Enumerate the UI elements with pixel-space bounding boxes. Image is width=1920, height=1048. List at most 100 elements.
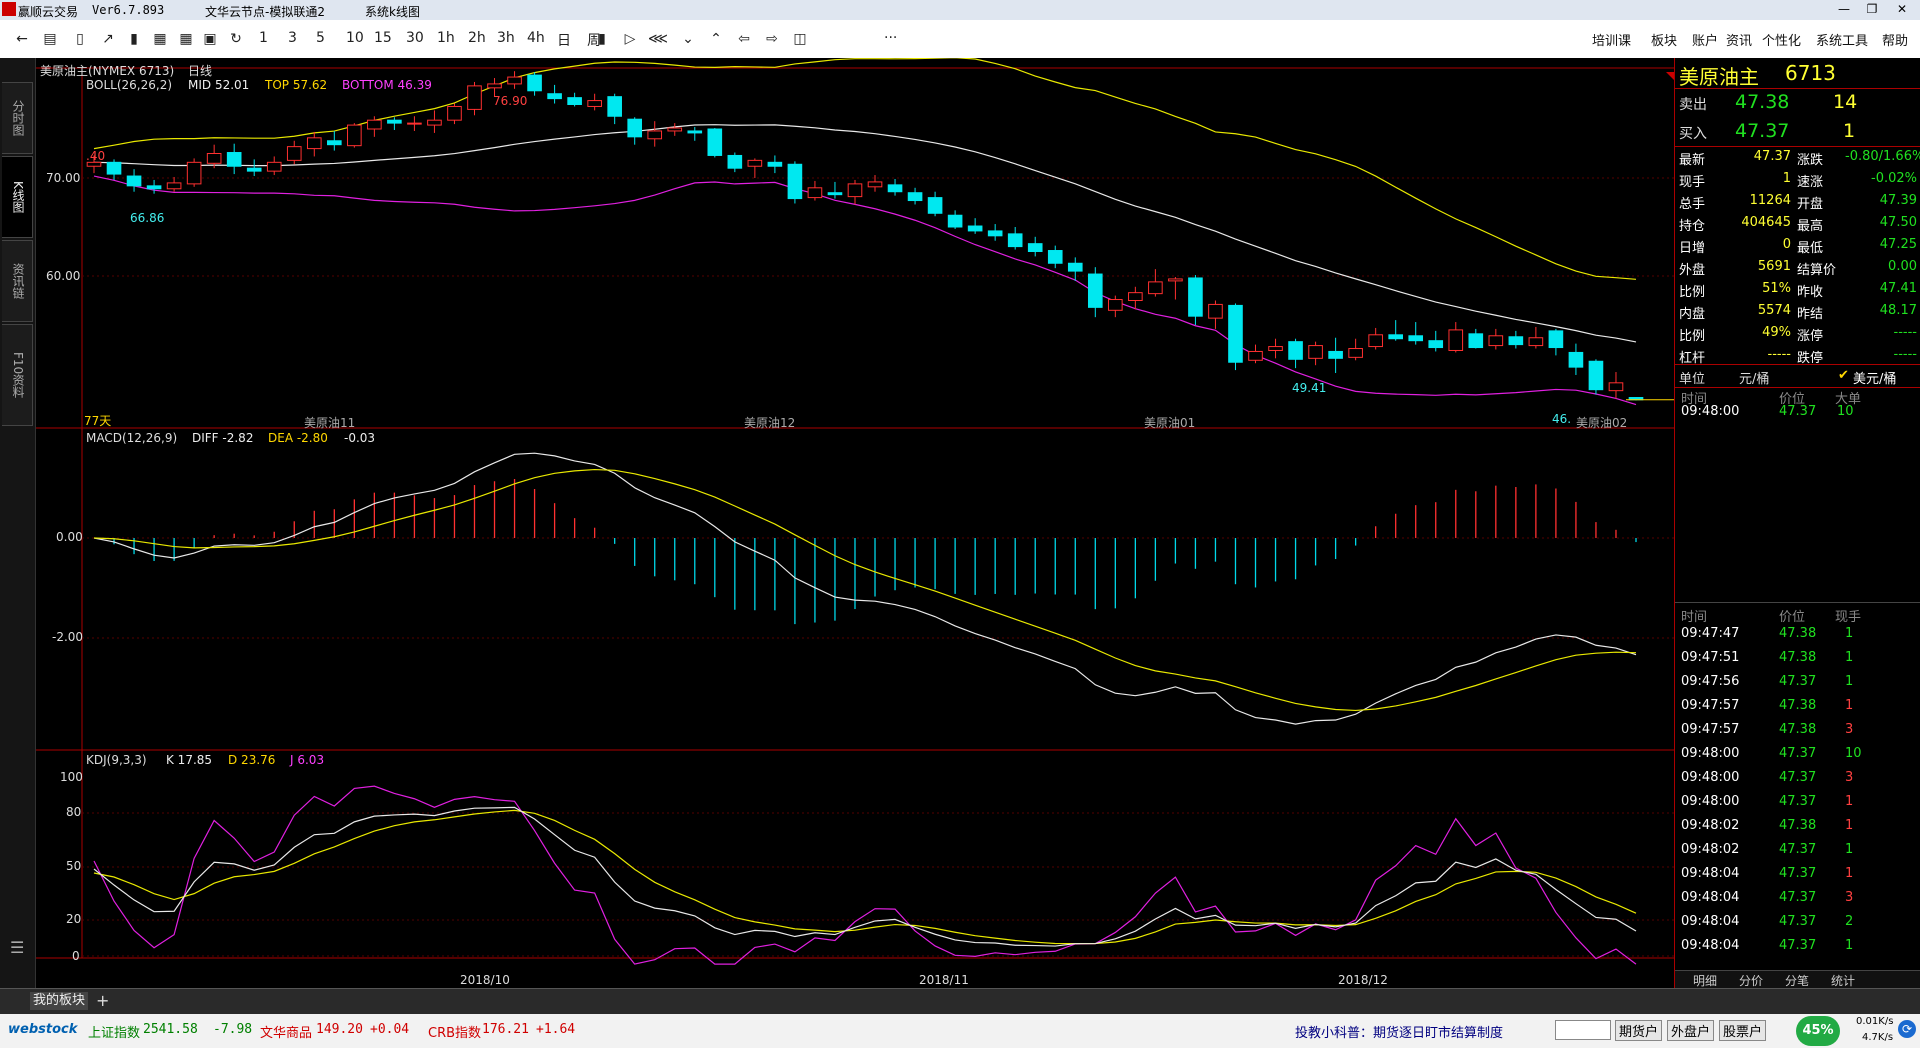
trend-icon[interactable]: ↗	[98, 29, 118, 49]
menu-4[interactable]: 个性化	[1762, 30, 1801, 49]
unit-value[interactable]: 元/桶	[1739, 368, 1769, 387]
stock-account-button[interactable]: 股票户	[1719, 1020, 1767, 1041]
candle-body	[647, 130, 663, 140]
expand-icon[interactable]: ⌃	[706, 29, 726, 49]
unit-label: 单位	[1679, 372, 1706, 387]
detail-tab-2[interactable]: 分笔	[1785, 972, 1809, 989]
more-button[interactable]: ···	[884, 30, 897, 46]
unit-check-icon: ✔	[1838, 368, 1849, 383]
tick-header-time: 时间	[1681, 610, 1708, 625]
quote-row: 内盘 5574 昨结 48.17	[1675, 300, 1920, 322]
my-sector-tab[interactable]: 我的板块	[30, 992, 88, 1010]
menu-1[interactable]: 板块	[1651, 30, 1677, 49]
quote-field: 47.37	[1753, 149, 1791, 164]
close-button[interactable]: ✕	[1892, 2, 1912, 18]
contract-name[interactable]: 美原油主(NYMEX 6713)	[40, 62, 174, 79]
quote-field: 结算价	[1797, 263, 1837, 278]
fold-icon[interactable]: ⌄	[678, 29, 698, 49]
order-book: 卖出 47.38 14 买入 47.37 1	[1675, 88, 1920, 147]
window-mode: 系统k线图	[365, 5, 420, 19]
restore-button[interactable]: ❐	[1862, 2, 1882, 18]
menu-3[interactable]: 资讯	[1726, 30, 1752, 49]
draw-line-icon[interactable]: ▮	[592, 29, 612, 49]
menu-2[interactable]: 账户	[1692, 30, 1718, 49]
detail-tab-1[interactable]: 分价	[1739, 972, 1763, 989]
candle-body	[1408, 335, 1424, 342]
zoom-in-icon[interactable]: ▷	[620, 29, 640, 49]
index3-name[interactable]: CRB指数	[428, 1022, 481, 1041]
candle-icon[interactable]: ▮	[124, 29, 144, 49]
boll-top: TOP 57.62	[265, 78, 328, 92]
period-1[interactable]: 3	[288, 30, 297, 46]
period-2[interactable]: 5	[316, 30, 325, 46]
kdj-label[interactable]: KDJ(9,3,3)	[86, 753, 147, 767]
kline-icon[interactable]: ▯	[70, 29, 90, 49]
index3-value: 176.21	[482, 1022, 529, 1037]
period-7[interactable]: 2h	[468, 30, 486, 46]
buy-price[interactable]: 47.37	[1735, 120, 1789, 142]
tick-cell: 47.37	[1779, 842, 1817, 857]
kline-chart-area[interactable]: 美原油主(NYMEX 6713) 日线 BOLL(26,26,2) MID 52…	[36, 58, 1674, 988]
candle-body	[1488, 335, 1504, 347]
futures-account-button[interactable]: 期货户	[1615, 1020, 1663, 1041]
candle-body	[907, 192, 923, 202]
tab-news-chain[interactable]: 资讯链	[2, 240, 33, 322]
menu-5[interactable]: 系统工具	[1816, 30, 1868, 49]
candle-body	[467, 85, 482, 110]
add-tab-button[interactable]: +	[96, 991, 109, 1010]
refresh-icon[interactable]: ⟳	[1898, 1020, 1916, 1038]
period-4[interactable]: 15	[374, 30, 392, 46]
save-icon[interactable]: ▣	[200, 29, 220, 49]
quote-field: 持仓	[1679, 219, 1706, 234]
candle-body	[1128, 292, 1143, 302]
macd-value: -0.03	[344, 431, 376, 445]
boll-label[interactable]: BOLL(26,26,2)	[86, 78, 172, 92]
tick-cell: 09:47:51	[1681, 650, 1740, 665]
foreign-account-button[interactable]: 外盘户	[1667, 1020, 1715, 1041]
refresh-icon[interactable]: ↻	[226, 29, 246, 49]
detail-tab-3[interactable]: 统计	[1831, 972, 1855, 989]
period-3[interactable]: 10	[346, 30, 364, 46]
unit-alt[interactable]: 美元/桶	[1853, 368, 1896, 387]
quote-row: 比例 51% 昨收 47.41	[1675, 278, 1920, 300]
period-9[interactable]: 4h	[527, 30, 545, 46]
tip-text[interactable]: 投教小科普：期货逐日盯市结算制度	[1295, 1022, 1503, 1041]
menu-6[interactable]: 帮助	[1882, 30, 1908, 49]
menu-list-icon[interactable]: ☰	[10, 938, 24, 957]
tab-f10[interactable]: F10资料	[2, 324, 33, 426]
period-0[interactable]: 1	[259, 30, 268, 46]
candle-body	[1108, 299, 1123, 311]
period-8[interactable]: 3h	[497, 30, 515, 46]
candle-body	[787, 163, 803, 200]
tab-kline[interactable]: K线图	[2, 156, 33, 238]
back-icon[interactable]: ←	[12, 29, 32, 49]
next-icon[interactable]: ⇨	[762, 29, 782, 49]
minimize-button[interactable]: —	[1834, 2, 1854, 18]
candle-body	[987, 230, 1003, 237]
candle-body	[667, 127, 683, 132]
menu-0[interactable]: 培训课	[1592, 30, 1631, 49]
candle-body	[847, 183, 863, 198]
period-selector[interactable]: 日线	[188, 62, 212, 79]
index2-name[interactable]: 文华商品	[260, 1022, 312, 1041]
index1-name[interactable]: 上证指数	[88, 1022, 140, 1041]
period-10[interactable]: 日	[557, 30, 571, 50]
table-icon[interactable]: ▦	[150, 29, 170, 49]
sell-price[interactable]: 47.38	[1735, 91, 1789, 113]
quote-field: -----	[1893, 325, 1917, 340]
status-input[interactable]	[1555, 1020, 1611, 1040]
tab-fenshi[interactable]: 分时图	[2, 82, 33, 154]
detail-tab-0[interactable]: 明细	[1693, 972, 1717, 989]
zoom-out-icon[interactable]: ⋘	[648, 29, 668, 49]
tick-cell: 09:47:57	[1681, 722, 1740, 737]
macd-label[interactable]: MACD(12,26,9)	[86, 431, 177, 445]
period-5[interactable]: 30	[406, 30, 424, 46]
layout-icon[interactable]: ◫	[790, 29, 810, 49]
calc-icon[interactable]: ▦	[176, 29, 196, 49]
price-axis-70: 70.00	[46, 171, 81, 185]
prev-icon[interactable]: ⇦	[734, 29, 754, 49]
quote-field: 48.17	[1879, 303, 1917, 318]
list-icon[interactable]: ▤	[40, 29, 60, 49]
kline-chart-svg[interactable]	[36, 58, 1674, 988]
period-6[interactable]: 1h	[437, 30, 455, 46]
